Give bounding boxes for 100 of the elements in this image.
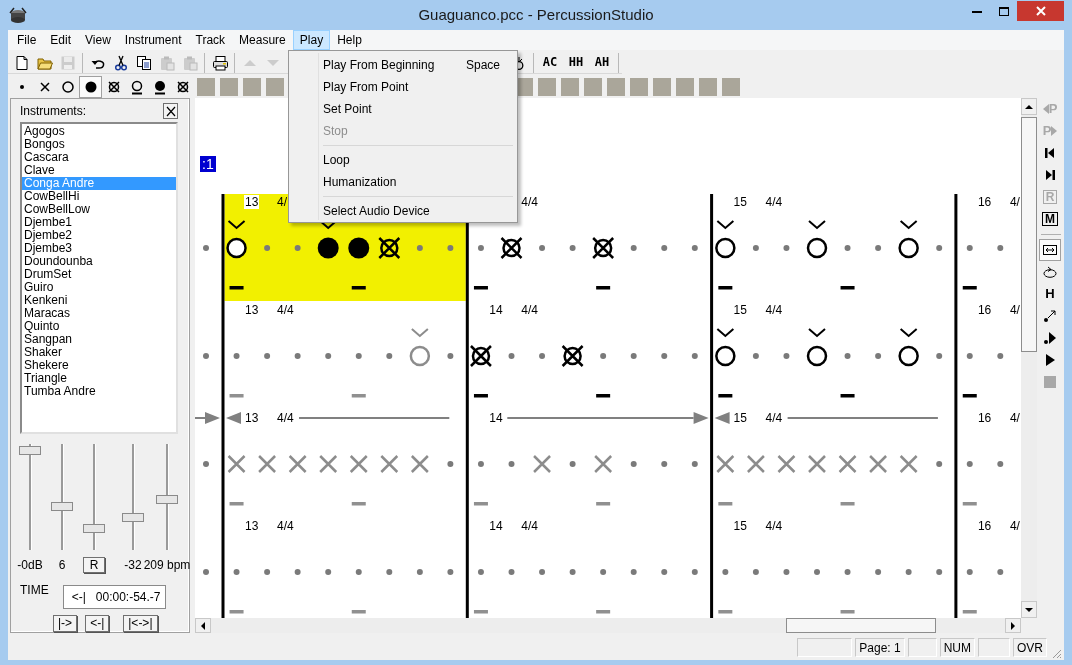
beat-dot[interactable]	[966, 353, 973, 359]
beat-dot[interactable]	[997, 245, 1004, 251]
beat-dot[interactable]	[661, 245, 668, 251]
beat-dot[interactable]	[447, 245, 454, 251]
beat-dot[interactable]	[600, 353, 607, 359]
muted-note[interactable]	[378, 236, 401, 260]
x-note[interactable]	[227, 454, 246, 474]
slider-thumb[interactable]	[83, 523, 105, 533]
letter-button[interactable]: M	[1039, 208, 1061, 230]
beat-dot[interactable]	[416, 569, 423, 575]
menu-item[interactable]: Track	[188, 30, 233, 50]
closed-note[interactable]	[317, 237, 339, 259]
list-item[interactable]: Agogos	[22, 125, 176, 138]
loop-icon[interactable]	[1042, 264, 1058, 280]
list-item[interactable]: CowBellLow	[22, 203, 176, 216]
beat-dot[interactable]	[416, 245, 423, 251]
beat-dot[interactable]	[325, 353, 332, 359]
left-arrow-icon[interactable]	[200, 621, 206, 630]
beat-dot[interactable]	[355, 569, 362, 575]
beat-dot[interactable]	[539, 245, 546, 251]
dot-arrow-icon[interactable]	[1042, 308, 1058, 324]
closed-note[interactable]	[348, 237, 370, 259]
menu-item[interactable]: Play	[292, 30, 331, 50]
list-item[interactable]: Shaker	[22, 346, 176, 359]
beat-dot[interactable]	[875, 353, 882, 359]
x-note[interactable]	[380, 454, 399, 474]
loop-marker-icon[interactable]	[205, 412, 241, 424]
list-item[interactable]: Bongos	[22, 138, 176, 151]
beat-dot[interactable]	[844, 353, 851, 359]
beat-dot[interactable]	[203, 461, 209, 467]
open-note[interactable]	[806, 237, 828, 259]
beat-dot[interactable]	[477, 461, 484, 467]
transport-button[interactable]: |->	[53, 615, 78, 632]
beat-dot[interactable]	[233, 353, 240, 359]
beat-dot[interactable]	[661, 569, 668, 575]
toolbar-button[interactable]: AH	[589, 51, 615, 74]
beat-dot[interactable]	[539, 569, 546, 575]
beat-dot[interactable]	[936, 569, 943, 575]
beat-dot[interactable]	[264, 569, 271, 575]
beat-dot[interactable]	[386, 353, 393, 359]
beat-dot[interactable]	[630, 353, 637, 359]
new-file-icon[interactable]	[13, 54, 30, 71]
slider[interactable]	[48, 444, 76, 552]
beat-dot[interactable]	[203, 245, 209, 251]
list-item[interactable]: DrumSet	[22, 268, 176, 281]
list-item[interactable]: Quinto	[22, 320, 176, 333]
beat-dot[interactable]	[264, 245, 271, 251]
list-item[interactable]: Triangle	[22, 372, 176, 385]
beat-dot[interactable]	[752, 569, 759, 575]
slider-thumb[interactable]	[156, 494, 178, 504]
beat-dot[interactable]	[783, 245, 790, 251]
x-note[interactable]	[777, 454, 796, 474]
beat-dot[interactable]	[997, 569, 1004, 575]
menu-item[interactable]: Edit	[43, 30, 79, 50]
beat-dot[interactable]	[447, 569, 454, 575]
x-note[interactable]	[318, 454, 338, 474]
beat-dot[interactable]	[386, 569, 393, 575]
note-button[interactable]	[79, 76, 102, 98]
beat-dot[interactable]	[966, 245, 973, 251]
beat-dot[interactable]	[997, 353, 1004, 359]
beat-dot[interactable]	[875, 569, 882, 575]
open-note[interactable]	[226, 237, 247, 259]
list-item[interactable]: Doundounba	[22, 255, 176, 268]
list-item[interactable]: Djembe2	[22, 229, 176, 242]
beat-dot[interactable]	[600, 569, 607, 575]
muted-note[interactable]	[500, 236, 523, 260]
beat-dot[interactable]	[936, 461, 943, 467]
muted-note[interactable]	[469, 344, 493, 368]
beat-dot[interactable]	[294, 569, 301, 575]
beat-dot[interactable]	[691, 245, 698, 251]
up-arrow-icon[interactable]	[1025, 103, 1033, 110]
list-item[interactable]: Djembe1	[22, 216, 176, 229]
beat-dot[interactable]	[569, 569, 576, 575]
letter-button[interactable]: H	[1039, 283, 1061, 305]
instrument-list[interactable]: Agogos Bongos Cascara Clave Conga Andre CowBellHi CowBellLow Djembe1 Djembe2 Djembe3 Doundounba DrumSet Guiro Kenkeni Maracas Quinto Sangpan Shaker Shekere Triangle Tumba Andre	[20, 122, 178, 434]
menu-item[interactable]: View	[78, 30, 118, 50]
close-button[interactable]	[163, 103, 178, 119]
beat-dot[interactable]	[661, 461, 668, 467]
open-note[interactable]	[806, 345, 828, 367]
beat-dot[interactable]	[691, 353, 698, 359]
beat-dot[interactable]	[966, 569, 973, 575]
x-note[interactable]	[807, 454, 827, 474]
slider-thumb[interactable]	[19, 446, 41, 455]
resize-grip-icon[interactable]	[1050, 647, 1062, 659]
beat-dot[interactable]	[783, 353, 790, 359]
beat-dot[interactable]	[966, 461, 973, 467]
beat-dot[interactable]	[508, 353, 515, 359]
menu-item[interactable]: Set Point	[291, 98, 515, 120]
beat-dot[interactable]	[691, 461, 698, 467]
x-note[interactable]	[746, 454, 766, 474]
menu-item[interactable]: File	[10, 30, 44, 50]
beat-dot[interactable]	[844, 245, 851, 251]
beat-dot[interactable]	[447, 461, 454, 467]
beat-dot[interactable]	[661, 353, 668, 359]
list-item[interactable]: Guiro	[22, 281, 176, 294]
loop-marker-icon[interactable]	[693, 412, 730, 424]
vertical-scrollbar[interactable]	[1021, 98, 1037, 618]
list-item[interactable]: Djembe3	[22, 242, 176, 255]
beat-dot[interactable]	[722, 569, 729, 575]
list-item[interactable]: Cascara	[22, 151, 176, 164]
